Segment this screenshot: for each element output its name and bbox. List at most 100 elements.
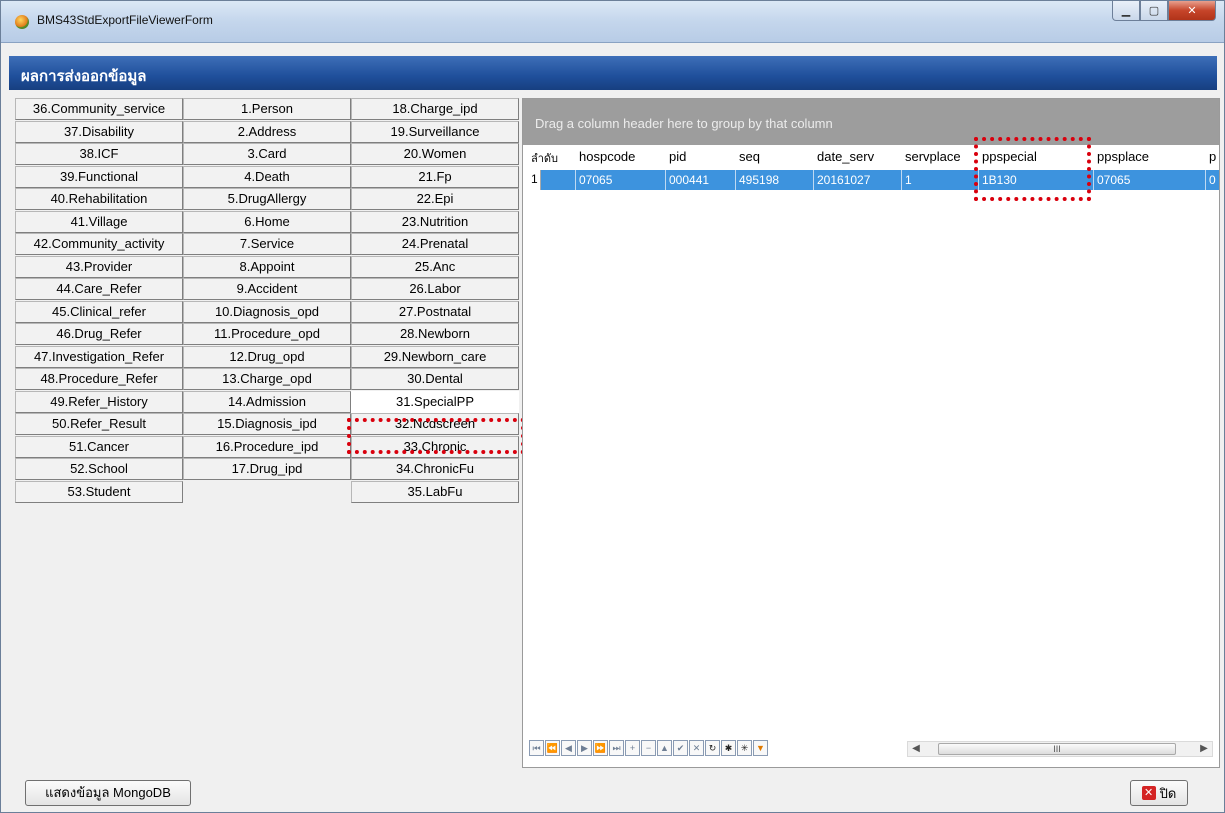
tab-student[interactable]: 53.Student xyxy=(15,480,183,503)
tab-provider[interactable]: 43.Provider xyxy=(15,255,183,278)
tab-epi[interactable]: 22.Epi xyxy=(351,188,519,210)
tab-community-activity[interactable]: 42.Community_activity xyxy=(15,233,183,255)
tab-village[interactable]: 41.Village xyxy=(15,210,183,233)
tab-community-service[interactable]: 36.Community_service xyxy=(15,98,183,120)
tab-cancer[interactable]: 51.Cancer xyxy=(15,435,183,458)
cell-date_serv[interactable]: 20161027 xyxy=(817,173,870,187)
cell-separator xyxy=(575,170,576,190)
window-title: BMS43StdExportFileViewerForm xyxy=(37,13,213,27)
horizontal-scrollbar[interactable]: ◀ III ▶ xyxy=(907,741,1213,757)
column-header-date_serv[interactable]: date_serv xyxy=(817,149,874,164)
tab-charge-ipd[interactable]: 18.Charge_ipd xyxy=(351,98,519,120)
tab-newborn[interactable]: 28.Newborn xyxy=(351,323,519,345)
cell-hospcode[interactable]: 07065 xyxy=(579,173,612,187)
nav-delete-icon[interactable]: − xyxy=(641,740,656,756)
nav-refresh-icon[interactable]: ↻ xyxy=(705,740,720,756)
tab-diagnosis-opd[interactable]: 10.Diagnosis_opd xyxy=(183,300,351,323)
tab-specialpp[interactable]: 31.SpecialPP xyxy=(351,390,519,413)
nav-edit-icon[interactable]: ▲ xyxy=(657,740,672,756)
nav-save-bookmark-icon[interactable]: ✱ xyxy=(721,740,736,756)
tab-appoint[interactable]: 8.Appoint xyxy=(183,255,351,278)
column-header-index[interactable]: ลำดับ xyxy=(531,149,558,167)
tab-nutrition[interactable]: 23.Nutrition xyxy=(351,210,519,233)
nav-prev-page-icon[interactable]: ⏪ xyxy=(545,740,560,756)
maximize-button[interactable]: ▢ xyxy=(1140,1,1168,21)
column-header-pid[interactable]: pid xyxy=(669,149,686,164)
tab-procedure-ipd[interactable]: 16.Procedure_ipd xyxy=(183,435,351,458)
group-by-panel[interactable]: Drag a column header here to group by th… xyxy=(523,99,1219,145)
cell-p[interactable]: 0 xyxy=(1209,173,1216,187)
main-window: BMS43StdExportFileViewerForm ▁ ▢ ✕ ผลการ… xyxy=(0,0,1225,813)
tab-drugallergy[interactable]: 5.DrugAllergy xyxy=(183,188,351,210)
column-header-seq[interactable]: seq xyxy=(739,149,760,164)
nav-filter-icon[interactable]: ▼ xyxy=(753,740,768,756)
nav-goto-bookmark-icon[interactable]: ✳ xyxy=(737,740,752,756)
tab-address[interactable]: 2.Address xyxy=(183,120,351,143)
tab-clinical-refer[interactable]: 45.Clinical_refer xyxy=(15,300,183,323)
tab-prenatal[interactable]: 24.Prenatal xyxy=(351,233,519,255)
column-header-row: ลำดับ hospcode pid seq date_serv servplace pps… xyxy=(523,146,1219,168)
tab-home[interactable]: 6.Home xyxy=(183,210,351,233)
cell-pid[interactable]: 000441 xyxy=(669,173,709,187)
tab-service[interactable]: 7.Service xyxy=(183,233,351,255)
scroll-right-icon[interactable]: ▶ xyxy=(1196,742,1212,756)
tab-charge-opd[interactable]: 13.Charge_opd xyxy=(183,368,351,390)
nav-next-icon[interactable]: ▶ xyxy=(577,740,592,756)
tab-procedure-opd[interactable]: 11.Procedure_opd xyxy=(183,323,351,345)
tab-care-refer[interactable]: 44.Care_Refer xyxy=(15,278,183,300)
nav-prev-icon[interactable]: ◀ xyxy=(561,740,576,756)
column-header-servplace[interactable]: servplace xyxy=(905,149,961,164)
tab-chronicfu[interactable]: 34.ChronicFu xyxy=(351,458,519,480)
tab-person[interactable]: 1.Person xyxy=(183,98,351,120)
tab-disability[interactable]: 37.Disability xyxy=(15,120,183,143)
tab-icf[interactable]: 38.ICF xyxy=(15,143,183,165)
tab-diagnosis-ipd[interactable]: 15.Diagnosis_ipd xyxy=(183,413,351,435)
tab-investigation-refer[interactable]: 47.Investigation_Refer xyxy=(15,345,183,368)
tab-accident[interactable]: 9.Accident xyxy=(183,278,351,300)
tab-drug-refer[interactable]: 46.Drug_Refer xyxy=(15,323,183,345)
tab-drug-ipd[interactable]: 17.Drug_ipd xyxy=(183,458,351,480)
nav-insert-icon[interactable]: + xyxy=(625,740,640,756)
cell-ppsplace[interactable]: 07065 xyxy=(1097,173,1130,187)
column-header-ppsplace[interactable]: ppsplace xyxy=(1097,149,1149,164)
tab-dental[interactable]: 30.Dental xyxy=(351,368,519,390)
column-header-hospcode[interactable]: hospcode xyxy=(579,149,635,164)
show-mongodb-button[interactable]: แสดงข้อมูล MongoDB xyxy=(25,780,191,806)
app-icon xyxy=(15,15,29,29)
tab-admission[interactable]: 14.Admission xyxy=(183,390,351,413)
row-number[interactable]: 1 xyxy=(531,172,538,186)
tab-anc[interactable]: 25.Anc xyxy=(351,255,519,278)
nav-last-icon[interactable]: ⏭ xyxy=(609,740,624,756)
tab-labor[interactable]: 26.Labor xyxy=(351,278,519,300)
cell-servplace[interactable]: 1 xyxy=(905,173,912,187)
tab-fp[interactable]: 21.Fp xyxy=(351,165,519,188)
table-row[interactable]: 1 07065 000441 495198 20161027 1 1B130 07065 0 xyxy=(523,170,1219,190)
scroll-left-icon[interactable]: ◀ xyxy=(908,742,924,756)
tab-refer-history[interactable]: 49.Refer_History xyxy=(15,390,183,413)
tab-women[interactable]: 20.Women xyxy=(351,143,519,165)
tab-newborn-care[interactable]: 29.Newborn_care xyxy=(351,345,519,368)
nav-next-page-icon[interactable]: ⏩ xyxy=(593,740,608,756)
cell-seq[interactable]: 495198 xyxy=(739,173,779,187)
window-controls: ▁ ▢ ✕ xyxy=(1112,1,1216,21)
tab-card[interactable]: 3.Card xyxy=(183,143,351,165)
minimize-button[interactable]: ▁ xyxy=(1112,1,1140,21)
nav-first-icon[interactable]: ⏮ xyxy=(529,740,544,756)
tab-drug-opd[interactable]: 12.Drug_opd xyxy=(183,345,351,368)
tab-labfu[interactable]: 35.LabFu xyxy=(351,480,519,503)
tab-refer-result[interactable]: 50.Refer_Result xyxy=(15,413,183,435)
tab-rehabilitation[interactable]: 40.Rehabilitation xyxy=(15,188,183,210)
tab-school[interactable]: 52.School xyxy=(15,458,183,480)
nav-cancel-icon[interactable]: ✕ xyxy=(689,740,704,756)
tab-surveillance[interactable]: 19.Surveillance xyxy=(351,120,519,143)
close-button-label: ปิด xyxy=(1159,785,1177,801)
close-button[interactable]: ✕ ปิด xyxy=(1130,780,1188,806)
nav-post-icon[interactable]: ✔ xyxy=(673,740,688,756)
tab-postnatal[interactable]: 27.Postnatal xyxy=(351,300,519,323)
tab-procedure-refer[interactable]: 48.Procedure_Refer xyxy=(15,368,183,390)
scroll-thumb[interactable]: III xyxy=(938,743,1176,755)
column-header-p[interactable]: p xyxy=(1209,149,1216,164)
tab-functional[interactable]: 39.Functional xyxy=(15,165,183,188)
close-window-button[interactable]: ✕ xyxy=(1168,1,1216,21)
tab-death[interactable]: 4.Death xyxy=(183,165,351,188)
